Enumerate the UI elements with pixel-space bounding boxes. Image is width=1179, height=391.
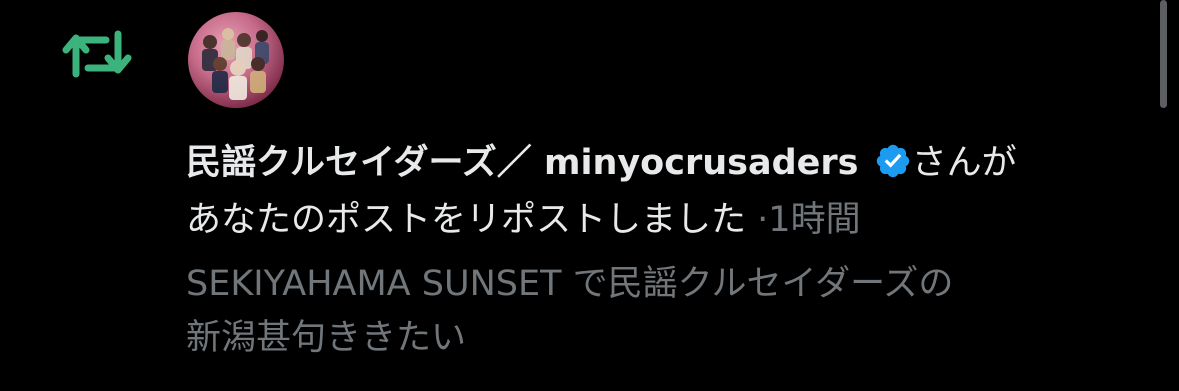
post-preview[interactable]: SEKIYAHAMA SUNSET で民謡クルセイダーズの 新潟甚句ききたい [186, 257, 1146, 365]
post-preview-line: 新潟甚句ききたい [186, 318, 467, 358]
avatar[interactable] [188, 12, 284, 108]
scrollbar[interactable] [1160, 0, 1167, 108]
action-text: あなたのポストをリポストしました [186, 200, 747, 240]
notification-action-line: あなたのポストをリポストしました ·1時間 [186, 195, 1166, 245]
verified-badge-icon [876, 144, 909, 178]
author-name[interactable]: 民謡クルセイダーズ／ minyocrusaders [186, 143, 859, 183]
separator-dot: · [757, 200, 769, 240]
notification-headline: 民謡クルセイダーズ／ minyocrusaders さんが [186, 138, 1166, 188]
headline-suffix: さんが [911, 143, 1017, 183]
repost-icon [62, 30, 132, 78]
timestamp: 1時間 [768, 200, 861, 240]
post-preview-line: SEKIYAHAMA SUNSET で民謡クルセイダーズの [186, 264, 954, 304]
repost-notification[interactable]: 民謡クルセイダーズ／ minyocrusaders さんが あなたのポストをリポ… [0, 0, 1179, 391]
